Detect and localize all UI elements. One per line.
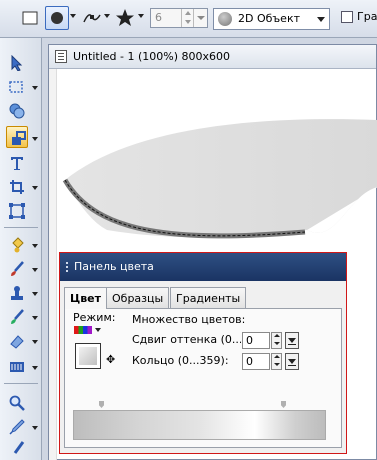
ring-spinbox[interactable]: 0 [242,353,300,370]
gradient-stop-right[interactable] [281,401,286,408]
crop-icon [10,180,24,194]
tab-color[interactable]: Цвет [64,287,108,309]
fill-tool[interactable] [6,234,28,256]
star-tool-button[interactable] [113,6,137,30]
object-type-select[interactable]: 2D Объект [213,8,330,30]
hue-shift-slider-button[interactable] [285,332,299,349]
pattern-dropdown[interactable] [32,366,38,370]
color-panel-header[interactable]: Панель цвета [60,253,346,281]
marquee-selection-icon [9,81,23,93]
color-tab-content: Режим: ✥ Множество цветов: Сдвиг оттенка… [64,308,342,448]
eyedropper-dropdown[interactable] [32,426,38,430]
stamp-icon [11,286,23,300]
eyedropper-icon [9,419,25,435]
eyedropper-tool[interactable] [6,416,28,438]
ellipse-tool-button[interactable] [45,6,69,30]
object-type-value: 2D Объект [238,12,300,25]
hue-shift-label: Сдвиг оттенка (0...359): [132,333,241,346]
fill-dropdown[interactable] [32,244,38,248]
rgb-mode-icon[interactable] [74,326,92,334]
grip-icon[interactable] [66,262,68,273]
brush-dropdown[interactable] [32,268,38,272]
text-tool[interactable] [6,152,28,174]
pattern-icon [10,362,24,372]
sides-dropdown[interactable] [193,9,207,27]
tab-gradients[interactable]: Градиенты [170,287,247,308]
pencil-icon [13,441,25,454]
crop-tool[interactable] [6,176,28,198]
retouch-dropdown[interactable] [32,316,38,320]
star-icon [116,9,134,26]
bezier-dropdown-arrow[interactable] [104,14,110,18]
ellipse-dropdown-arrow[interactable] [70,14,76,18]
pointer-arrow-icon [11,55,23,71]
paintbrush-icon [11,261,24,276]
tools-panel [0,38,42,460]
move-icon[interactable]: ✥ [106,353,115,366]
toolbar-checkbox[interactable] [341,11,353,23]
color-panel: Панель цвета Цвет Образцы Градиенты Режи… [59,252,347,454]
crop-dropdown[interactable] [32,186,38,190]
document-icon [55,50,67,63]
document-titlebar: Untitled - 1 (100%) 800x600 [49,45,376,69]
retouch-brush-icon [11,309,24,324]
paint-bucket-icon [12,237,24,253]
sides-spinbox[interactable]: 6 [150,8,208,28]
ring-stepper[interactable] [271,353,282,370]
current-color-swatch[interactable] [75,343,101,369]
pencil-tool[interactable] [6,438,28,460]
rectangle-icon [22,11,38,25]
ellipse-icon [51,12,63,24]
mode-dropdown-arrow[interactable] [95,328,101,332]
selection-tool[interactable] [6,76,28,98]
sides-stepper[interactable] [181,9,193,27]
colors-label: Множество цветов: [132,313,246,326]
text-t-icon [11,157,23,170]
shapes-icon [9,103,25,119]
brush-tool[interactable] [6,258,28,280]
gradient-preview-bar[interactable] [73,410,326,440]
eraser-icon [10,335,24,349]
hue-shift-stepper[interactable] [271,332,282,349]
retouch-brush-tool[interactable] [6,306,28,328]
object-dropdown[interactable] [32,137,38,141]
gradient-stop-left[interactable] [99,401,104,408]
pattern-tool[interactable] [6,356,28,378]
object-tool[interactable] [6,126,28,148]
transform-tool[interactable] [6,200,28,222]
hue-shift-input[interactable]: 0 [242,332,270,349]
mode-label: Режим: [73,311,116,324]
ring-input[interactable]: 0 [242,353,270,370]
bezier-path-icon [83,14,101,23]
stamp-dropdown[interactable] [32,292,38,296]
ring-label: Кольцо (0...359): [132,354,229,367]
star-dropdown-arrow[interactable] [138,14,144,18]
zoom-tool[interactable] [6,392,28,414]
rectangle-tool-button[interactable] [18,6,42,30]
vertical-ruler [49,69,57,460]
tab-swatches[interactable]: Образцы [106,287,170,308]
bezier-tool-button[interactable] [80,6,104,30]
sphere-icon [218,12,232,26]
ring-slider-button[interactable] [285,353,299,370]
stamp-tool[interactable] [6,282,28,304]
magnifier-icon [9,395,25,411]
toolbar-checkbox-label: Грак [357,10,377,23]
top-toolbar: 6 2D Объект Грак [0,0,377,38]
document-title: Untitled - 1 (100%) 800x600 [73,50,230,63]
transform-icon [9,203,25,219]
color-panel-title: Панель цвета [74,260,154,273]
chevron-down-icon [317,17,325,22]
shape-tool[interactable] [6,100,28,122]
drawing-canvas[interactable] [57,70,377,260]
selection-dropdown[interactable] [32,86,38,90]
eraser-dropdown[interactable] [32,340,38,344]
eraser-tool[interactable] [6,330,28,352]
object-lock-icon [12,131,26,145]
hue-shift-spinbox[interactable]: 0 [242,332,300,349]
pointer-tool[interactable] [6,52,28,74]
sides-value: 6 [155,11,162,24]
